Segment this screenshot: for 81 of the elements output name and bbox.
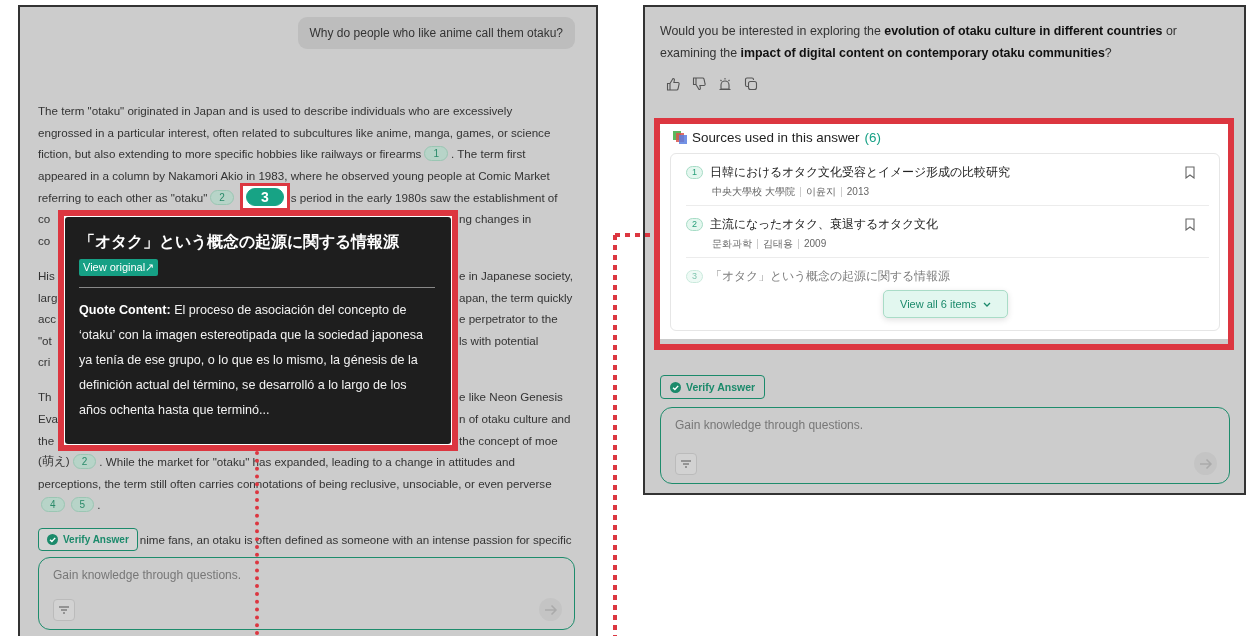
input-field[interactable]: Gain knowledge through questions.: [675, 418, 1217, 432]
send-button[interactable]: [539, 598, 562, 621]
source-meta: 이윤지: [799, 187, 841, 197]
answer-text: cri: [38, 355, 51, 369]
source-meta: 中央大學校 大學院: [712, 187, 796, 197]
source-meta: 2009: [798, 239, 832, 249]
source-number: 1: [686, 166, 703, 179]
citation-badge[interactable]: 4: [41, 497, 65, 513]
sources-count: (6): [864, 130, 881, 145]
user-message: Why do people who like anime call them otaku?: [297, 17, 575, 49]
filter-icon: [59, 605, 69, 614]
source-title: 日韓におけるオタク文化受容とイメージ形成の比較研究: [710, 164, 1011, 181]
answer-text: n of otaku culture and: [459, 412, 571, 425]
answer-text: . The term first: [451, 147, 526, 161]
source-meta: 2013: [840, 187, 875, 197]
answer-text: co: [38, 233, 51, 247]
source-title: 「オタク」という概念の起源に関する情報源: [710, 268, 951, 285]
answer-text: e perpetrator to the: [459, 312, 558, 326]
answer-text: s period in the early 1980s saw the establishment of: [290, 190, 558, 204]
citation-badge[interactable]: 1: [424, 146, 448, 162]
check-badge-icon: [47, 534, 58, 546]
arrow-right-icon: [1198, 457, 1213, 470]
bookmark-icon: [1185, 166, 1195, 179]
answer-text: apan, the term quickly: [459, 290, 573, 304]
answer-text: ng changes in: [459, 212, 532, 226]
verify-answer-button[interactable]: Verify Answer: [38, 528, 138, 552]
sources-heading: Sources used in this answer: [692, 130, 860, 145]
thumbs-down-icon: [692, 77, 706, 91]
tooltip-title: 「オタク」という概念の起源に関する情報源: [79, 232, 400, 253]
filter-button[interactable]: [53, 598, 75, 621]
answer-text: . While the market for "otaku" has expanded, leading to a change in attitudes and: [99, 455, 515, 469]
check-badge-icon: [670, 381, 681, 393]
answer-text: co: [38, 212, 51, 226]
verify-answer-button[interactable]: Verify Answer: [660, 375, 766, 399]
source-title: 主流になったオタク、衰退するオタク文化: [710, 216, 939, 233]
answer-text: His: [38, 268, 55, 282]
send-button[interactable]: [1194, 452, 1217, 475]
answer-text: The term "otaku" originated in Japan and is used to describe individuals who are excessively: [38, 104, 513, 118]
answer-text: e in Japanese society,: [459, 268, 573, 282]
thumbs-up-icon: [666, 77, 680, 91]
stacked-pages-icon: [673, 131, 687, 144]
source-item[interactable]: 1 日韓におけるオタク文化受容とイメージ形成の比較研究 中央大學校 大學院 이윤지 2013: [686, 154, 1209, 206]
answer-text: .: [97, 498, 101, 512]
arrow-right-icon: [543, 603, 558, 616]
citation-badge[interactable]: 2: [72, 454, 97, 470]
answer-text: Would you be interested in exploring the evolution of otaku culture in different countries or examining the impact of digital content on contemporary otaku communities?: [660, 23, 1178, 62]
source-item[interactable]: 3 「オタク」という概念の起源に関する情報源: [686, 258, 1209, 293]
answer-text: fiction, but also extending to more specific hobbies like railways or firearms: [38, 147, 422, 161]
quote-text: Quote Content: El proceso de asociación del concepto de ‘otaku’ con la imagen estereotipada que la sociedad japonesa ya tenía de ese grupo, o lo que es lo mismo, la génesis de la definición actual del término, se desarrolló a lo largo de los años ochenta hasta que terminó...: [79, 302, 424, 419]
source-number: 3: [686, 270, 703, 283]
citation-badge[interactable]: 3: [245, 188, 284, 207]
answer-text: (萌え): [38, 454, 70, 470]
answer-text: acc: [38, 312, 57, 326]
answer-text: perceptions, the term still often carries connotations of being reclusive, unsociable, or even perverse: [38, 476, 552, 490]
answer-text: Eva: [38, 412, 58, 425]
answer-text: Th: [38, 390, 52, 404]
citation-badge[interactable]: 2: [210, 189, 234, 205]
citation-badge[interactable]: 5: [70, 497, 95, 513]
answer-text: referring to each other as "otaku": [38, 190, 208, 204]
answer-text: engrossed in a particular interest, often related to subcultures like anime, manga, games, or science: [38, 125, 551, 139]
bookmark-icon: [1185, 218, 1195, 231]
view-original-link[interactable]: View original↗: [79, 259, 159, 276]
filter-icon: [681, 459, 691, 468]
answer-text: appeared in a column by Nakamori Akio in 1983, where he observed young people at Comic Market: [38, 169, 550, 183]
source-meta: 문화과학: [712, 239, 753, 249]
answer-text: larg: [38, 290, 58, 304]
answer-text: "ot: [38, 333, 52, 347]
source-number: 2: [686, 218, 703, 231]
answer-text: e like Neon Genesis: [459, 390, 563, 404]
answer-text: nime fans, an otaku is often defined as someone with an intense passion for specific: [139, 533, 572, 547]
copy-icon: [744, 77, 758, 91]
source-item[interactable]: 2 主流になったオタク、衰退するオタク文化 문화과학 김태용 2009: [686, 206, 1209, 258]
answer-text: the concept of moe: [459, 433, 558, 447]
source-meta: 김태용: [757, 239, 798, 249]
answer-text: ls with potential: [459, 333, 539, 347]
answer-text: the: [38, 433, 55, 447]
input-field[interactable]: Gain knowledge through questions.: [53, 568, 562, 582]
filter-button[interactable]: [675, 452, 697, 475]
chevron-down-icon: [983, 301, 992, 307]
siren-icon: [718, 77, 732, 91]
view-all-button[interactable]: View all 6 items: [883, 290, 1009, 318]
